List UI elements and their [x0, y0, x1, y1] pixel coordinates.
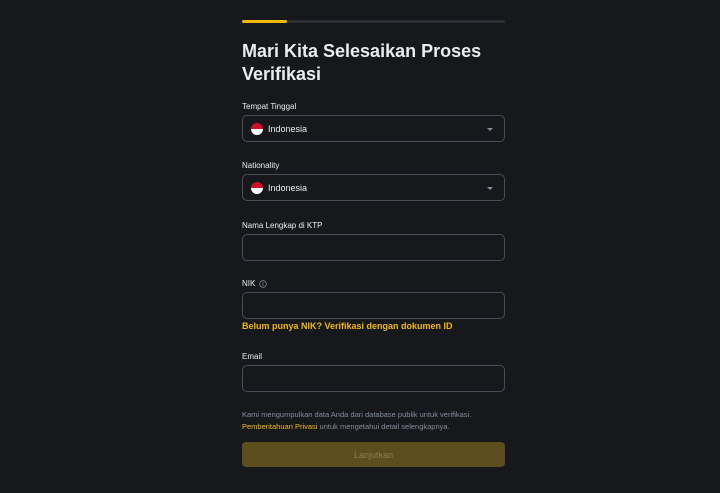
- full-name-input[interactable]: [243, 235, 504, 260]
- nik-label: NIK: [242, 279, 268, 288]
- full-name-field: [242, 234, 505, 261]
- disclaimer-line-1: Kami mengumpulkan data Anda dari databas…: [242, 410, 472, 419]
- nationality-value: Indonesia: [268, 182, 308, 193]
- page-title: Mari Kita Selesaikan Proses Verifikasi: [242, 41, 482, 84]
- nationality-select[interactable]: Indonesia: [242, 174, 505, 201]
- full-name-label-text: Nama Lengkap di KTP: [242, 221, 323, 230]
- nik-field: [242, 292, 505, 319]
- nationality-label: Nationality: [242, 161, 279, 170]
- nik-label-text: NIK: [242, 279, 256, 288]
- verify-with-id-link[interactable]: Belum punya NIK? Verifikasi dengan dokum…: [242, 321, 453, 331]
- email-field: [242, 365, 505, 392]
- indonesia-flag-icon: [251, 122, 263, 135]
- caret-down-icon: [487, 187, 493, 190]
- privacy-disclaimer: Kami mengumpulkan data Anda dari databas…: [242, 409, 505, 433]
- residence-label-text: Tempat Tinggal: [242, 102, 297, 111]
- disclaimer-line-2-rest: untuk mengetahui detail selengkapnya.: [317, 422, 450, 431]
- continue-button[interactable]: Lanjutkan: [242, 442, 505, 467]
- residence-label: Tempat Tinggal: [242, 102, 296, 111]
- progress-bar-fill: [242, 20, 287, 23]
- caret-down-icon: [487, 128, 493, 131]
- nationality-label-text: Nationality: [242, 161, 280, 170]
- indonesia-flag-icon: [251, 181, 263, 194]
- email-label-text: Email: [242, 352, 263, 361]
- full-name-label: Nama Lengkap di KTP: [242, 221, 323, 230]
- residence-value: Indonesia: [268, 123, 308, 134]
- progress-bar: [242, 20, 505, 23]
- nik-input[interactable]: [243, 293, 504, 318]
- email-label: Email: [242, 352, 262, 361]
- email-input[interactable]: [243, 366, 504, 391]
- privacy-notice-link[interactable]: Pemberitahuan Privasi: [242, 422, 317, 431]
- residence-select[interactable]: Indonesia: [242, 115, 505, 142]
- info-icon[interactable]: [259, 279, 268, 288]
- disclaimer-line-2: Pemberitahuan Privasi untuk mengetahui d…: [242, 421, 505, 433]
